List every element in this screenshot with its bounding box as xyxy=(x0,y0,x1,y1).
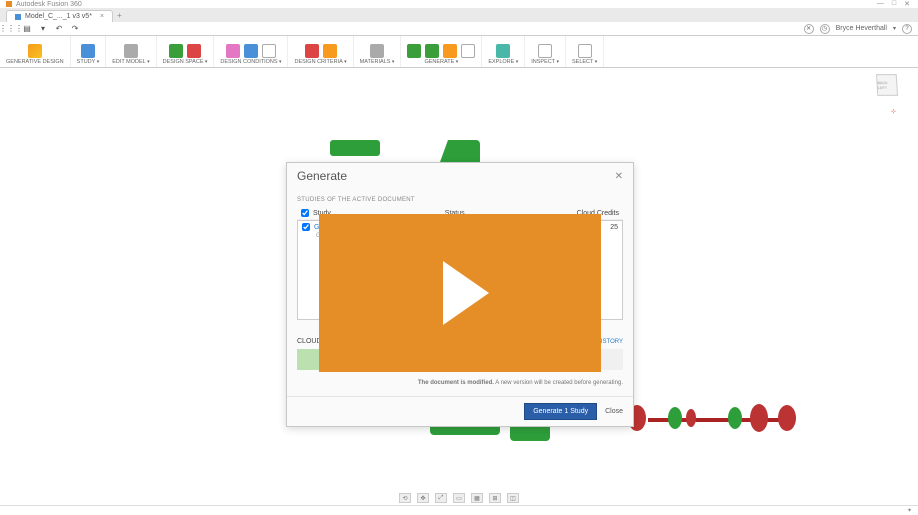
minimize-button[interactable]: — xyxy=(877,0,884,8)
document-tab[interactable]: Model_C_..._1 v3 v5* × xyxy=(6,10,113,22)
video-play-overlay[interactable] xyxy=(319,214,601,372)
orbit-button[interactable]: ⟲ xyxy=(399,493,411,503)
viewcube[interactable]: BACK LEFT xyxy=(876,74,906,104)
save-button[interactable]: ▾ xyxy=(38,24,48,34)
preserve-icon xyxy=(169,44,183,58)
model-geometry xyxy=(628,405,808,435)
viewport-canvas[interactable]: BACK LEFT ⊹ Generate ✕ STUDIES OF THE AC… xyxy=(0,68,918,505)
study-icon xyxy=(81,44,95,58)
generate-study-button[interactable]: Generate 1 Study xyxy=(524,403,597,420)
loads-icon xyxy=(244,44,258,58)
study-checkbox[interactable] xyxy=(302,223,310,231)
app-icon xyxy=(6,1,12,7)
constraints-icon xyxy=(226,44,240,58)
dialog-note: The document is modified. A new version … xyxy=(297,380,623,386)
grid-button[interactable]: ⊞ xyxy=(489,493,501,503)
viewport-button[interactable]: ◫ xyxy=(507,493,519,503)
undo-button[interactable]: ↶ xyxy=(54,24,64,34)
app-title: Autodesk Fusion 360 xyxy=(16,1,82,8)
axes-indicator: ⊹ xyxy=(891,108,896,115)
manufacturing-icon xyxy=(323,44,337,58)
file-menu-button[interactable]: ▤ xyxy=(22,24,32,34)
display-button[interactable]: ▦ xyxy=(471,493,483,503)
preview-icon xyxy=(425,44,439,58)
generate-icon xyxy=(443,44,457,58)
generative-design-icon xyxy=(28,44,42,58)
settings-icon xyxy=(461,44,475,58)
document-tabbar: Model_C_..._1 v3 v5* × + xyxy=(0,8,918,22)
inspect-button[interactable]: INSPECT xyxy=(525,36,566,67)
inspect-icon xyxy=(538,44,552,58)
status-corner-icon[interactable]: ✦ xyxy=(907,507,912,514)
select-button[interactable]: SELECT xyxy=(566,36,604,67)
user-name[interactable]: Bryce Heverthall xyxy=(836,25,887,32)
edit-model-button[interactable]: EDIT MODEL xyxy=(106,36,156,67)
document-icon xyxy=(15,14,21,20)
play-icon xyxy=(443,261,489,325)
study-header-checkbox[interactable] xyxy=(301,209,309,217)
generate-button[interactable]: GENERATE xyxy=(401,36,482,67)
study-button[interactable]: STUDY xyxy=(71,36,107,67)
design-criteria-button[interactable]: DESIGN CRITERIA xyxy=(288,36,353,67)
window-titlebar: Autodesk Fusion 360 — □ ✕ xyxy=(0,0,918,8)
loadcase-icon xyxy=(262,44,276,58)
design-conditions-button[interactable]: DESIGN CONDITIONS xyxy=(214,36,288,67)
select-icon xyxy=(578,44,592,58)
viewcube-face[interactable]: BACK LEFT xyxy=(876,74,898,96)
maximize-button[interactable]: □ xyxy=(892,0,896,8)
close-tab-icon[interactable]: × xyxy=(100,13,104,20)
ribbon-toolbar: GENERATIVE DESIGN STUDY EDIT MODEL DESIG… xyxy=(0,36,918,68)
materials-icon xyxy=(370,44,384,58)
dialog-close-icon[interactable]: ✕ xyxy=(615,171,623,182)
model-geometry xyxy=(330,140,380,156)
pan-button[interactable]: ✥ xyxy=(417,493,429,503)
data-panel-button[interactable]: ⋮⋮⋮ xyxy=(6,24,16,34)
notification-icon[interactable]: ✕ xyxy=(804,24,814,34)
study-credits: 25 xyxy=(610,224,618,231)
document-tab-label: Model_C_..._1 v3 v5* xyxy=(25,13,92,20)
help-icon[interactable]: ? xyxy=(902,24,912,34)
objectives-icon xyxy=(305,44,319,58)
navigation-bar: ⟲ ✥ ⤢ ▭ ▦ ⊞ ◫ xyxy=(399,493,519,503)
workspace-switcher[interactable]: GENERATIVE DESIGN xyxy=(0,36,71,67)
dialog-title: Generate xyxy=(297,169,347,183)
close-window-button[interactable]: ✕ xyxy=(904,0,910,8)
edit-model-icon xyxy=(124,44,138,58)
explore-button[interactable]: EXPLORE xyxy=(482,36,525,67)
quick-access-toolbar: ⋮⋮⋮ ▤ ▾ ↶ ↷ ✕ ◷ Bryce Heverthall ▾ ? xyxy=(0,22,918,36)
studies-section-label: STUDIES OF THE ACTIVE DOCUMENT xyxy=(297,197,623,203)
dialog-close-button[interactable]: Close xyxy=(605,408,623,415)
status-bar: ✦ xyxy=(0,505,918,515)
model-geometry xyxy=(440,140,480,162)
materials-button[interactable]: MATERIALS xyxy=(354,36,402,67)
job-status-icon[interactable]: ◷ xyxy=(820,24,830,34)
explore-icon xyxy=(496,44,510,58)
fit-button[interactable]: ▭ xyxy=(453,493,465,503)
redo-button[interactable]: ↷ xyxy=(70,24,80,34)
new-tab-button[interactable]: + xyxy=(117,11,122,20)
zoom-button[interactable]: ⤢ xyxy=(435,493,447,503)
design-space-button[interactable]: DESIGN SPACE xyxy=(157,36,215,67)
precheck-icon xyxy=(407,44,421,58)
obstacle-icon xyxy=(187,44,201,58)
